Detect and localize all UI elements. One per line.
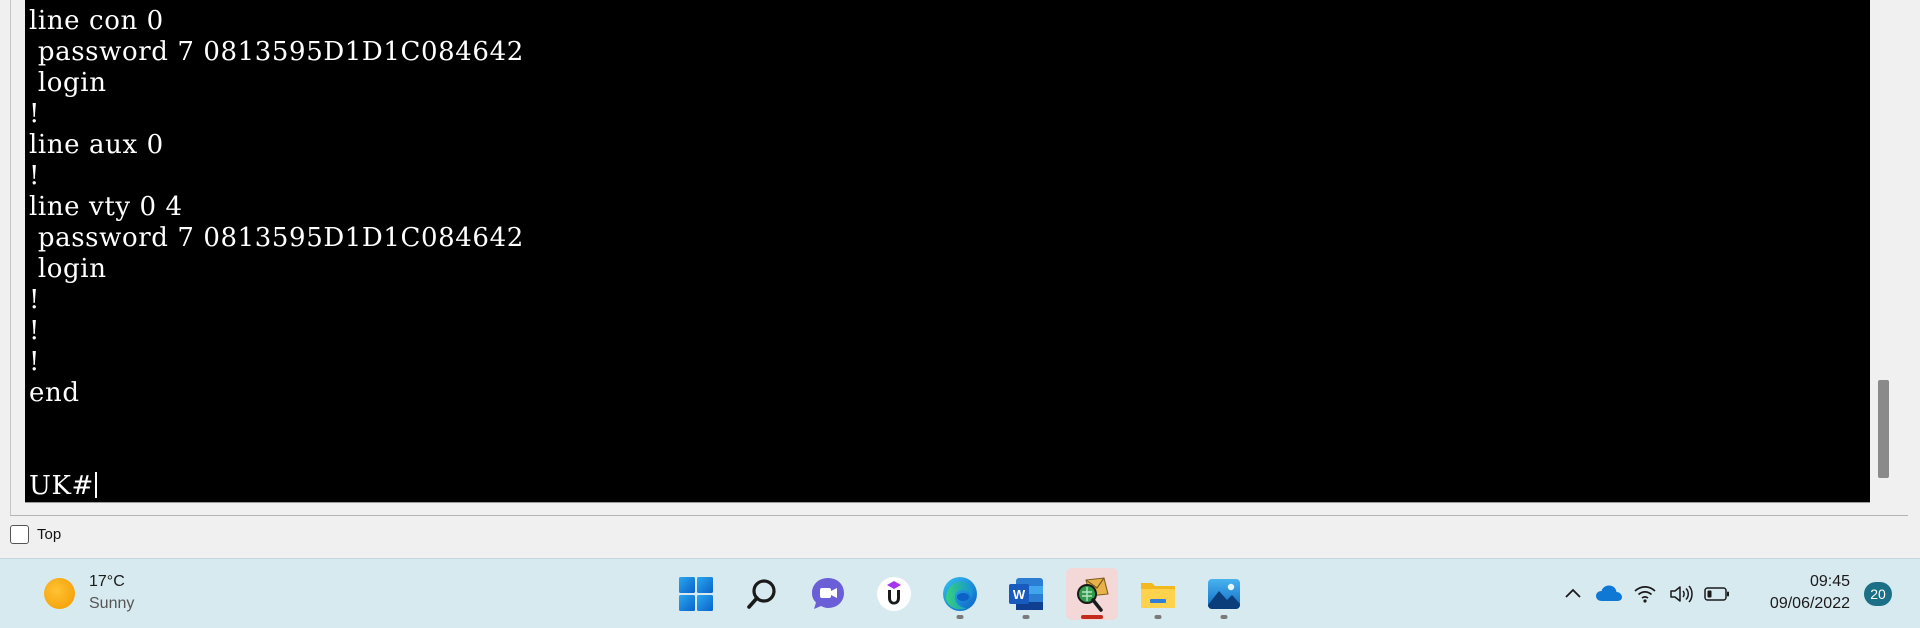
weather-widget[interactable]: 17°C Sunny bbox=[44, 571, 134, 615]
photos-icon bbox=[1208, 579, 1240, 609]
top-option-row: Top bbox=[10, 524, 61, 544]
taskbar-packet-tracer-button[interactable] bbox=[1066, 568, 1118, 620]
top-checkbox[interactable] bbox=[10, 524, 29, 544]
tray-overflow-button[interactable] bbox=[1555, 576, 1591, 612]
onedrive-cloud-icon bbox=[1596, 585, 1622, 601]
weather-temperature: 17°C bbox=[89, 573, 125, 590]
terminal-output: line con 0 password 7 0813595D1D1C084642… bbox=[29, 6, 524, 409]
teams-chat-icon bbox=[812, 578, 844, 609]
window-frame-left bbox=[0, 0, 25, 516]
terminal-line: line con 0 bbox=[29, 6, 164, 36]
terminal-line: ! bbox=[29, 316, 41, 346]
running-indicator bbox=[1154, 615, 1162, 619]
terminal-line: line aux 0 bbox=[29, 130, 164, 160]
windows-start-icon bbox=[679, 577, 713, 611]
folder-icon bbox=[1141, 583, 1175, 608]
active-indicator bbox=[1081, 615, 1103, 619]
tray-onedrive-button[interactable] bbox=[1591, 576, 1627, 612]
tray-battery-button[interactable] bbox=[1699, 576, 1735, 612]
tray-network-button[interactable] bbox=[1627, 576, 1663, 612]
window-border-bottom bbox=[10, 515, 1908, 516]
taskbar-clock[interactable]: 09:45 09/06/2022 bbox=[1750, 571, 1850, 615]
taskbar-edge-button[interactable] bbox=[934, 568, 986, 620]
taskbar-search-button[interactable] bbox=[736, 568, 788, 620]
sun-icon bbox=[44, 577, 75, 609]
text-cursor bbox=[94, 472, 97, 498]
packet-tracer-icon bbox=[1077, 577, 1109, 612]
scrollbar-thumb[interactable] bbox=[1878, 380, 1889, 478]
cli-terminal[interactable]: line con 0 password 7 0813595D1D1C084642… bbox=[25, 0, 1870, 503]
taskbar-photos-button[interactable] bbox=[1198, 568, 1250, 620]
taskbar-udemy-button[interactable] bbox=[868, 568, 920, 620]
terminal-line: ! bbox=[29, 347, 41, 377]
taskbar-chat-button[interactable] bbox=[802, 568, 854, 620]
chevron-up-icon bbox=[1565, 588, 1581, 598]
weather-text: 17°C Sunny bbox=[89, 571, 134, 615]
terminal-line: login bbox=[29, 254, 107, 284]
terminal-line: password 7 0813595D1D1C084642 bbox=[29, 37, 524, 67]
taskbar-word-button[interactable]: W bbox=[1000, 568, 1052, 620]
udemy-icon bbox=[877, 577, 911, 611]
system-tray bbox=[1555, 559, 1735, 628]
terminal-line: ! bbox=[29, 161, 41, 191]
running-indicator bbox=[1220, 615, 1228, 619]
search-icon bbox=[747, 579, 776, 609]
terminal-line: password 7 0813595D1D1C084642 bbox=[29, 223, 524, 253]
clock-time: 09:45 bbox=[1809, 573, 1850, 590]
wifi-icon bbox=[1634, 586, 1656, 603]
taskbar-file-explorer-button[interactable] bbox=[1132, 568, 1184, 620]
terminal-line: ! bbox=[29, 99, 41, 129]
taskbar: 17°C Sunny W 09:45 09/06/2022 20 bbox=[0, 558, 1920, 628]
terminal-line: login bbox=[29, 68, 107, 98]
terminal-prompt-line[interactable]: UK# bbox=[29, 471, 97, 502]
weather-condition: Sunny bbox=[89, 595, 135, 612]
volume-icon bbox=[1670, 585, 1693, 603]
top-checkbox-label: Top bbox=[37, 525, 62, 543]
tray-volume-button[interactable] bbox=[1663, 576, 1699, 612]
terminal-line: end bbox=[29, 378, 80, 408]
terminal-prompt: UK# bbox=[29, 471, 94, 501]
clock-date: 09/06/2022 bbox=[1769, 595, 1850, 612]
battery-icon bbox=[1704, 587, 1729, 601]
notification-badge[interactable]: 20 bbox=[1864, 582, 1892, 606]
window-frame-right bbox=[1900, 0, 1920, 516]
vertical-scrollbar[interactable] bbox=[1870, 0, 1900, 503]
terminal-window: line con 0 password 7 0813595D1D1C084642… bbox=[0, 0, 1920, 558]
word-icon: W bbox=[1009, 578, 1043, 610]
running-indicator bbox=[1022, 615, 1030, 619]
terminal-line: ! bbox=[29, 285, 41, 315]
taskbar-start-button[interactable] bbox=[670, 568, 722, 620]
edge-icon bbox=[943, 577, 977, 611]
window-border-left bbox=[10, 0, 11, 516]
running-indicator bbox=[956, 615, 964, 619]
terminal-line: line vty 0 4 bbox=[29, 192, 183, 222]
svg-text:W: W bbox=[1013, 587, 1026, 602]
